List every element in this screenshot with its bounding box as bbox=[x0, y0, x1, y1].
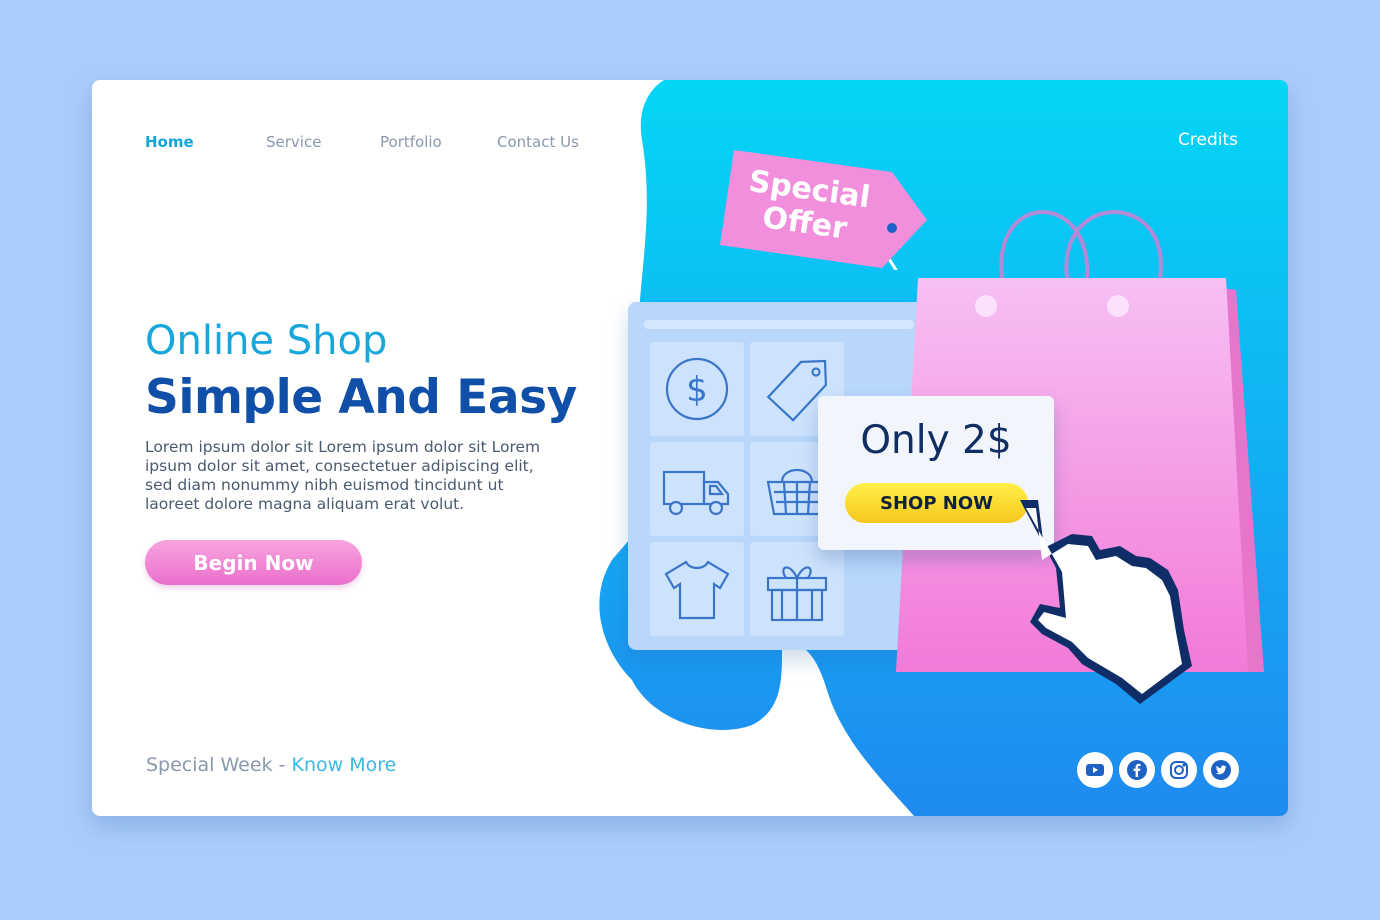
credits-link[interactable]: Credits bbox=[1178, 130, 1238, 150]
hero-subtitle: Online Shop bbox=[145, 318, 388, 364]
svg-text:$: $ bbox=[686, 370, 708, 410]
twitter-icon bbox=[1211, 760, 1231, 780]
facebook-icon bbox=[1127, 760, 1147, 780]
tile-tshirt[interactable] bbox=[650, 542, 744, 636]
nav-portfolio[interactable]: Portfolio bbox=[380, 133, 442, 151]
twitter-link[interactable] bbox=[1203, 752, 1239, 788]
dollar-coin-icon: $ bbox=[665, 357, 729, 421]
facebook-link[interactable] bbox=[1119, 752, 1155, 788]
social-links bbox=[1077, 752, 1239, 788]
special-week-label: Special Week - bbox=[146, 754, 292, 776]
panel-top-bar bbox=[644, 320, 914, 329]
price-text: Only 2$ bbox=[860, 418, 1012, 463]
tshirt-icon bbox=[664, 560, 730, 620]
tile-gift[interactable] bbox=[750, 542, 844, 636]
truck-icon bbox=[662, 470, 730, 516]
tile-dollar[interactable]: $ bbox=[650, 342, 744, 436]
youtube-icon bbox=[1086, 764, 1104, 776]
nav-contact-us[interactable]: Contact Us bbox=[497, 133, 579, 151]
tile-truck[interactable] bbox=[650, 442, 744, 536]
landing-card: Home Service Portfolio Contact Us Credit… bbox=[92, 80, 1288, 816]
gift-box-icon bbox=[766, 566, 828, 622]
nav-home[interactable]: Home bbox=[145, 133, 194, 151]
youtube-link[interactable] bbox=[1077, 752, 1113, 788]
know-more-link[interactable]: Know More bbox=[292, 754, 397, 776]
nav-service[interactable]: Service bbox=[266, 133, 321, 151]
begin-now-button[interactable]: Begin Now bbox=[145, 540, 362, 585]
instagram-icon bbox=[1170, 761, 1188, 779]
special-week-footer: Special Week - Know More bbox=[146, 754, 396, 776]
hero-body-text: Lorem ipsum dolor sit Lorem ipsum dolor … bbox=[145, 438, 541, 513]
hand-cursor-icon bbox=[1020, 500, 1192, 704]
hero-title: Simple And Easy bbox=[145, 370, 577, 425]
instagram-link[interactable] bbox=[1161, 752, 1197, 788]
shop-now-button[interactable]: SHOP NOW bbox=[845, 483, 1028, 523]
